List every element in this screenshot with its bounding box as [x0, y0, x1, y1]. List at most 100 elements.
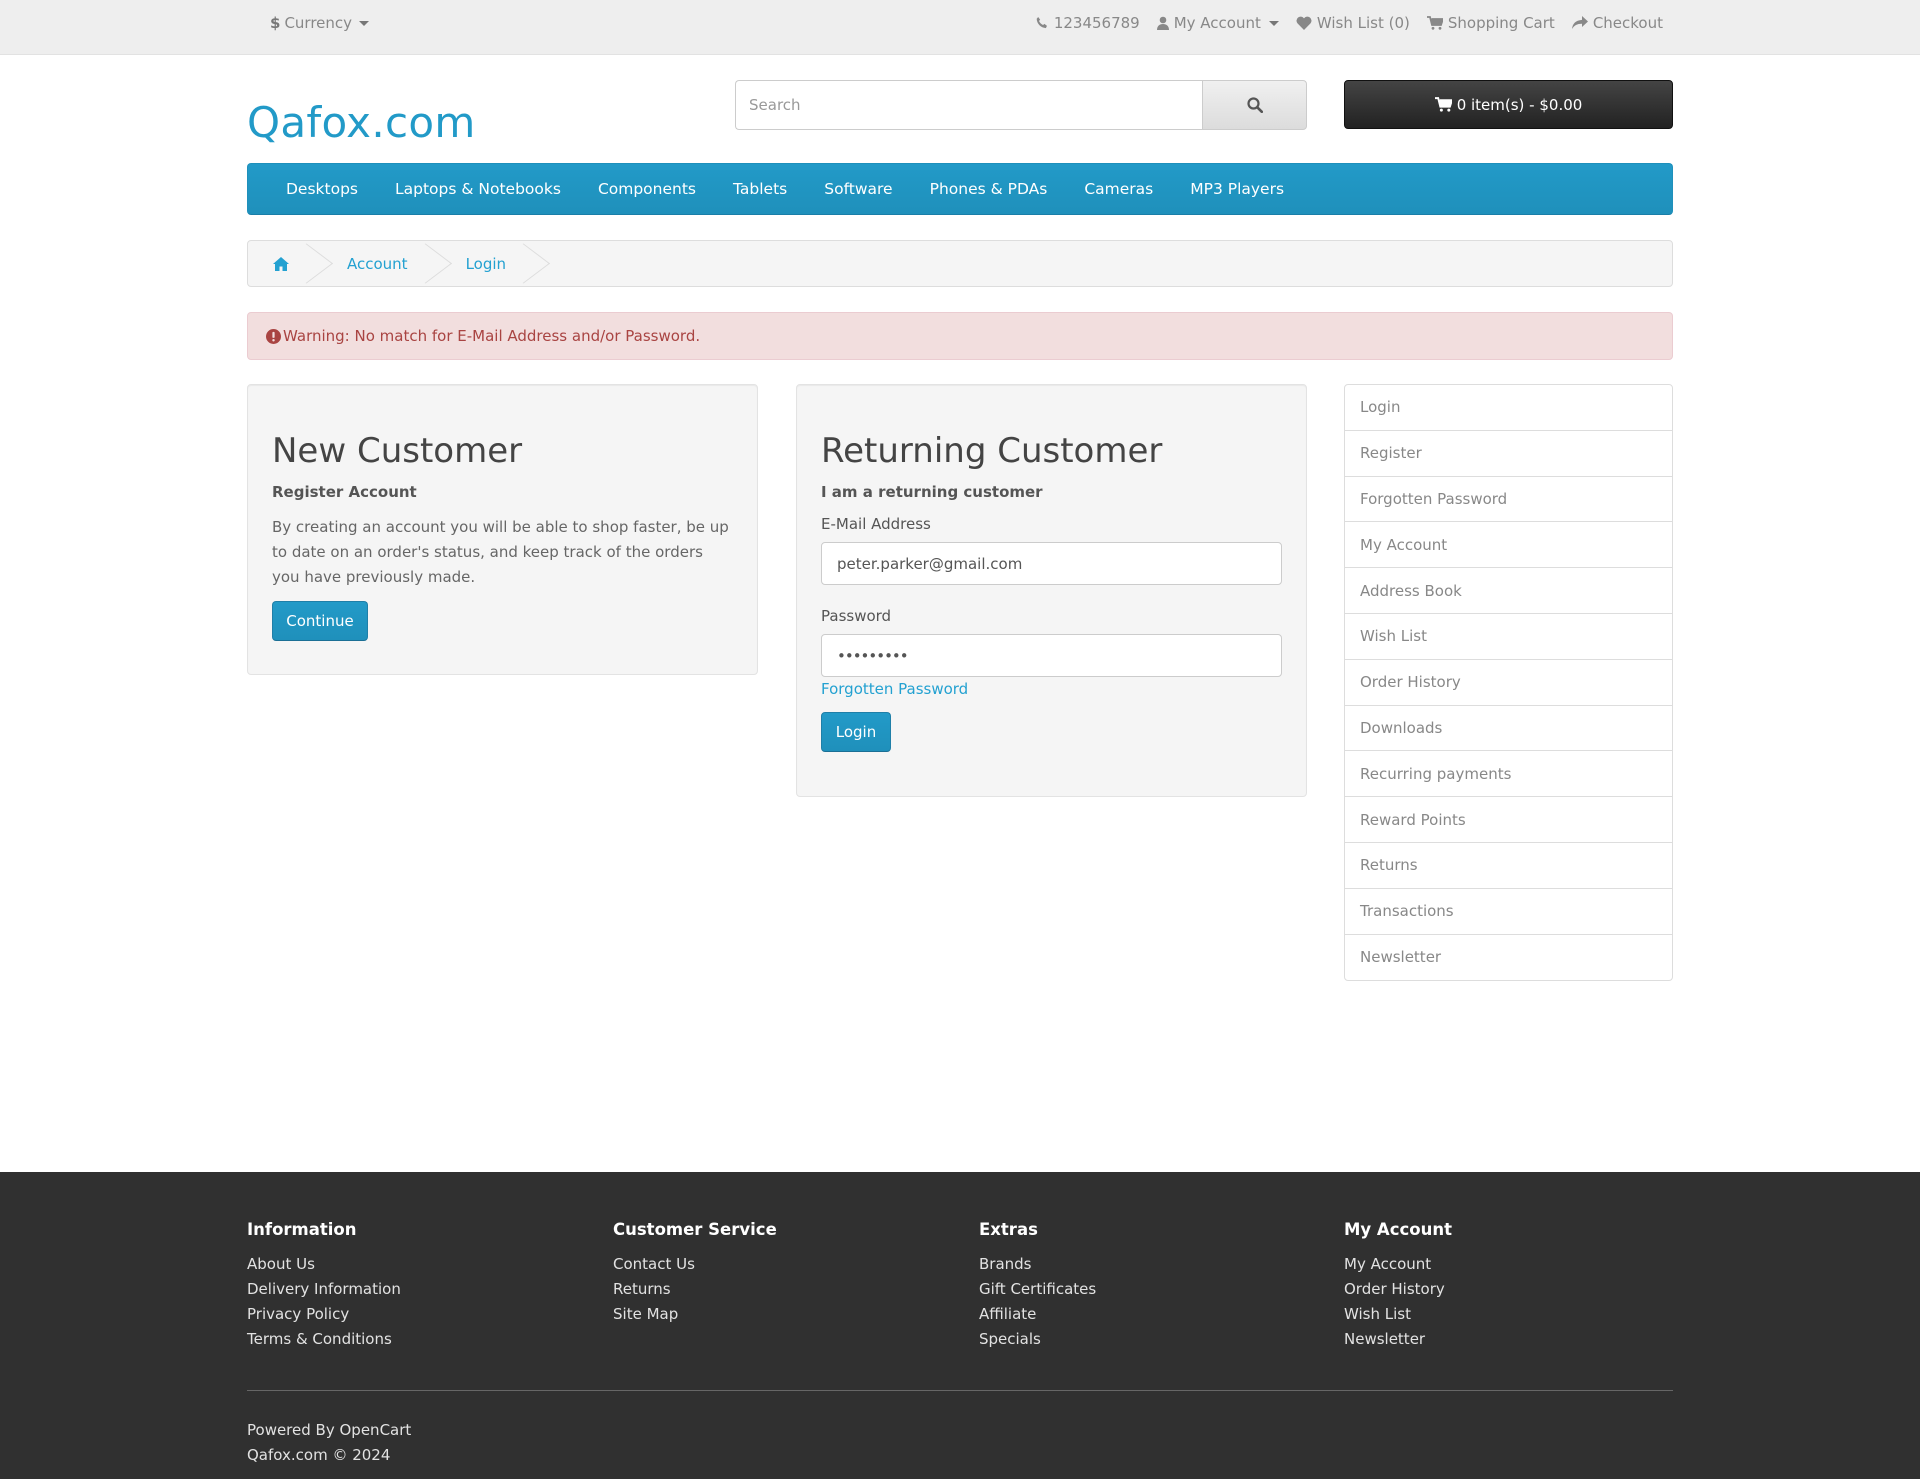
search-input[interactable] — [735, 80, 1202, 130]
sidebar-item-wish-list[interactable]: Wish List — [1345, 614, 1672, 660]
sidebar-item-transactions[interactable]: Transactions — [1345, 889, 1672, 935]
top-bar: $ Currency 123456789 My Account Wish Lis… — [0, 0, 1920, 55]
menu-item-cameras[interactable]: Cameras — [1084, 180, 1153, 198]
register-account-heading: Register Account — [272, 483, 417, 501]
footer: Information About Us Delivery Informatio… — [0, 1172, 1920, 1479]
breadcrumb-home[interactable] — [248, 241, 317, 286]
cart-button[interactable]: 0 item(s) - $0.00 — [1344, 80, 1673, 129]
footer-link-delivery[interactable]: Delivery Information — [247, 1277, 401, 1302]
login-button[interactable]: Login — [821, 712, 891, 752]
sidebar-item-my-account[interactable]: My Account — [1345, 522, 1672, 569]
footer-link-affiliate[interactable]: Affiliate — [979, 1302, 1096, 1327]
menu-item-tablets[interactable]: Tablets — [733, 180, 787, 198]
breadcrumb: Account Login — [247, 240, 1673, 287]
sidebar-item-recurring-payments[interactable]: Recurring payments — [1345, 751, 1672, 798]
returning-customer-panel: Returning Customer I am a returning cust… — [796, 384, 1307, 797]
password-label: Password — [821, 607, 892, 625]
continue-button[interactable]: Continue — [272, 601, 368, 641]
sidebar-item-downloads[interactable]: Downloads — [1345, 706, 1672, 752]
opencart-link[interactable]: OpenCart — [340, 1421, 412, 1439]
footer-link-specials[interactable]: Specials — [979, 1327, 1096, 1352]
returning-customer-heading: I am a returning customer — [821, 483, 1043, 501]
my-account-dropdown[interactable]: My Account — [1156, 14, 1279, 32]
footer-link-about-us[interactable]: About Us — [247, 1252, 401, 1277]
sidebar-item-login[interactable]: Login — [1345, 385, 1672, 431]
sidebar-item-order-history[interactable]: Order History — [1345, 660, 1672, 706]
sidebar-item-register[interactable]: Register — [1345, 431, 1672, 477]
returning-customer-title: Returning Customer — [821, 431, 1163, 471]
checkout-link[interactable]: Checkout — [1571, 14, 1663, 32]
new-customer-panel: New Customer Register Account By creatin… — [247, 384, 758, 675]
footer-customer-service-title: Customer Service — [613, 1220, 777, 1239]
footer-link-newsletter[interactable]: Newsletter — [1344, 1327, 1452, 1352]
menu-item-desktops[interactable]: Desktops — [286, 180, 358, 198]
wishlist-link[interactable]: Wish List (0) — [1296, 14, 1410, 32]
breadcrumb-login[interactable]: Login — [436, 241, 534, 286]
footer-divider — [247, 1390, 1673, 1391]
footer-link-terms[interactable]: Terms & Conditions — [247, 1327, 401, 1352]
footer-link-order-history[interactable]: Order History — [1344, 1277, 1452, 1302]
search-button[interactable] — [1202, 80, 1307, 130]
sidebar-item-forgotten-password[interactable]: Forgotten Password — [1345, 477, 1672, 523]
top-links: 123456789 My Account Wish List (0) Shopp… — [1035, 14, 1663, 32]
menu-item-software[interactable]: Software — [824, 180, 892, 198]
sidebar-item-returns[interactable]: Returns — [1345, 843, 1672, 889]
password-field[interactable]: ••••••••• — [821, 634, 1282, 677]
phone-link[interactable]: 123456789 — [1035, 14, 1140, 32]
shopping-cart-link[interactable]: Shopping Cart — [1426, 14, 1555, 32]
powered-by-text: Powered By — [247, 1421, 335, 1439]
phone-number: 123456789 — [1053, 14, 1140, 32]
footer-my-account: My Account My Account Order History Wish… — [1344, 1220, 1452, 1352]
footer-link-my-account[interactable]: My Account — [1344, 1252, 1452, 1277]
menu-item-components[interactable]: Components — [598, 180, 696, 198]
currency-dropdown[interactable]: $ Currency — [270, 14, 370, 32]
currency-symbol: $ — [270, 14, 281, 32]
share-icon — [1571, 16, 1588, 29]
site-logo[interactable]: Qafox.com — [247, 98, 476, 147]
currency-label: Currency — [284, 14, 353, 32]
footer-extras-title: Extras — [979, 1220, 1038, 1239]
footer-information: Information About Us Delivery Informatio… — [247, 1220, 401, 1352]
phone-icon — [1036, 17, 1047, 29]
user-icon — [1156, 16, 1169, 30]
menu-item-phones[interactable]: Phones & PDAs — [930, 180, 1048, 198]
footer-link-site-map[interactable]: Site Map — [613, 1302, 777, 1327]
menu-item-mp3[interactable]: MP3 Players — [1190, 180, 1284, 198]
sidebar-item-reward-points[interactable]: Reward Points — [1345, 797, 1672, 843]
footer-link-privacy[interactable]: Privacy Policy — [247, 1302, 401, 1327]
footer-extras: Extras Brands Gift Certificates Affiliat… — [979, 1220, 1096, 1352]
search-bar — [735, 80, 1307, 130]
new-customer-title: New Customer — [272, 431, 523, 471]
cart-icon — [1426, 16, 1443, 30]
footer-link-brands[interactable]: Brands — [979, 1252, 1096, 1277]
powered-by-line: Powered By OpenCart — [247, 1418, 411, 1443]
email-field[interactable]: peter.parker@gmail.com — [821, 542, 1282, 585]
sidebar-item-newsletter[interactable]: Newsletter — [1345, 935, 1672, 981]
main-menu: Desktops Laptops & Notebooks Components … — [247, 163, 1673, 215]
caret-down-icon — [1268, 20, 1279, 26]
shopping-cart-label: Shopping Cart — [1447, 14, 1555, 32]
menu-item-laptops[interactable]: Laptops & Notebooks — [395, 180, 561, 198]
caret-down-icon — [359, 20, 370, 26]
exclamation-circle-icon — [266, 328, 281, 344]
footer-link-returns[interactable]: Returns — [613, 1277, 777, 1302]
footer-my-account-title: My Account — [1344, 1220, 1452, 1239]
footer-link-wish-list[interactable]: Wish List — [1344, 1302, 1452, 1327]
alert-text: Warning: No match for E-Mail Address and… — [283, 327, 701, 345]
email-label: E-Mail Address — [821, 515, 931, 533]
warning-alert: Warning: No match for E-Mail Address and… — [247, 312, 1673, 360]
checkout-label: Checkout — [1592, 14, 1663, 32]
footer-link-gift-certificates[interactable]: Gift Certificates — [979, 1277, 1096, 1302]
home-icon — [273, 256, 289, 271]
wishlist-label: Wish List (0) — [1316, 14, 1410, 32]
footer-customer-service: Customer Service Contact Us Returns Site… — [613, 1220, 777, 1327]
footer-information-title: Information — [247, 1220, 357, 1239]
sidebar-item-address-book[interactable]: Address Book — [1345, 568, 1672, 614]
cart-icon — [1434, 97, 1452, 112]
search-icon — [1246, 97, 1263, 113]
register-description: By creating an account you will be able … — [272, 518, 729, 586]
forgotten-password-link[interactable]: Forgotten Password — [821, 680, 1282, 698]
footer-link-contact[interactable]: Contact Us — [613, 1252, 777, 1277]
breadcrumb-account[interactable]: Account — [317, 241, 436, 286]
heart-icon — [1296, 16, 1312, 30]
